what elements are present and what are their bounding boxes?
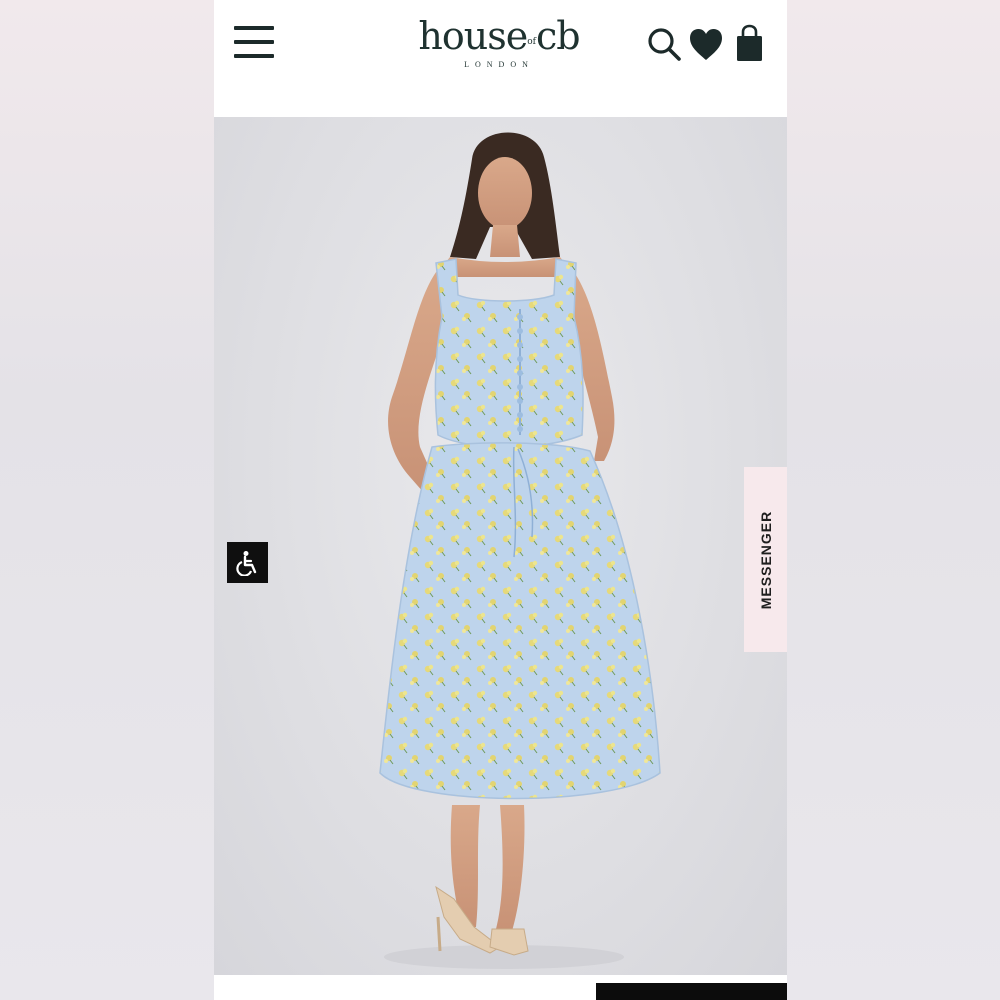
menu-line: [234, 40, 274, 44]
product-image[interactable]: MESSENGER: [214, 117, 787, 975]
right-leg: [496, 805, 525, 931]
site-header: houseofcb LONDON: [214, 0, 787, 117]
heart-icon: [690, 29, 722, 60]
wheelchair-accessibility-icon: [235, 550, 256, 576]
face: [478, 157, 532, 229]
corset-top: [434, 258, 584, 448]
search-button[interactable]: [646, 24, 682, 64]
model-photo: [379, 132, 661, 969]
logo-wordmark: houseofcb: [418, 14, 580, 58]
mobile-page: houseofcb LONDON MESSENGER: [214, 0, 787, 1000]
add-to-bag-button[interactable]: [596, 983, 787, 1000]
menu-line: [234, 26, 274, 30]
midi-skirt: [379, 442, 661, 800]
messenger-label: MESSENGER: [757, 510, 774, 609]
wishlist-button[interactable]: [688, 24, 724, 64]
shopping-bag-button[interactable]: [732, 24, 768, 64]
messenger-tab[interactable]: MESSENGER: [744, 467, 787, 652]
brand-logo[interactable]: houseofcb LONDON: [404, 14, 594, 69]
shopping-bag-icon: [737, 24, 762, 61]
menu-line: [234, 54, 274, 58]
search-icon: [648, 28, 681, 61]
accessibility-button[interactable]: [227, 542, 268, 583]
logo-subtitle: LONDON: [464, 60, 534, 69]
menu-button[interactable]: [234, 24, 274, 60]
